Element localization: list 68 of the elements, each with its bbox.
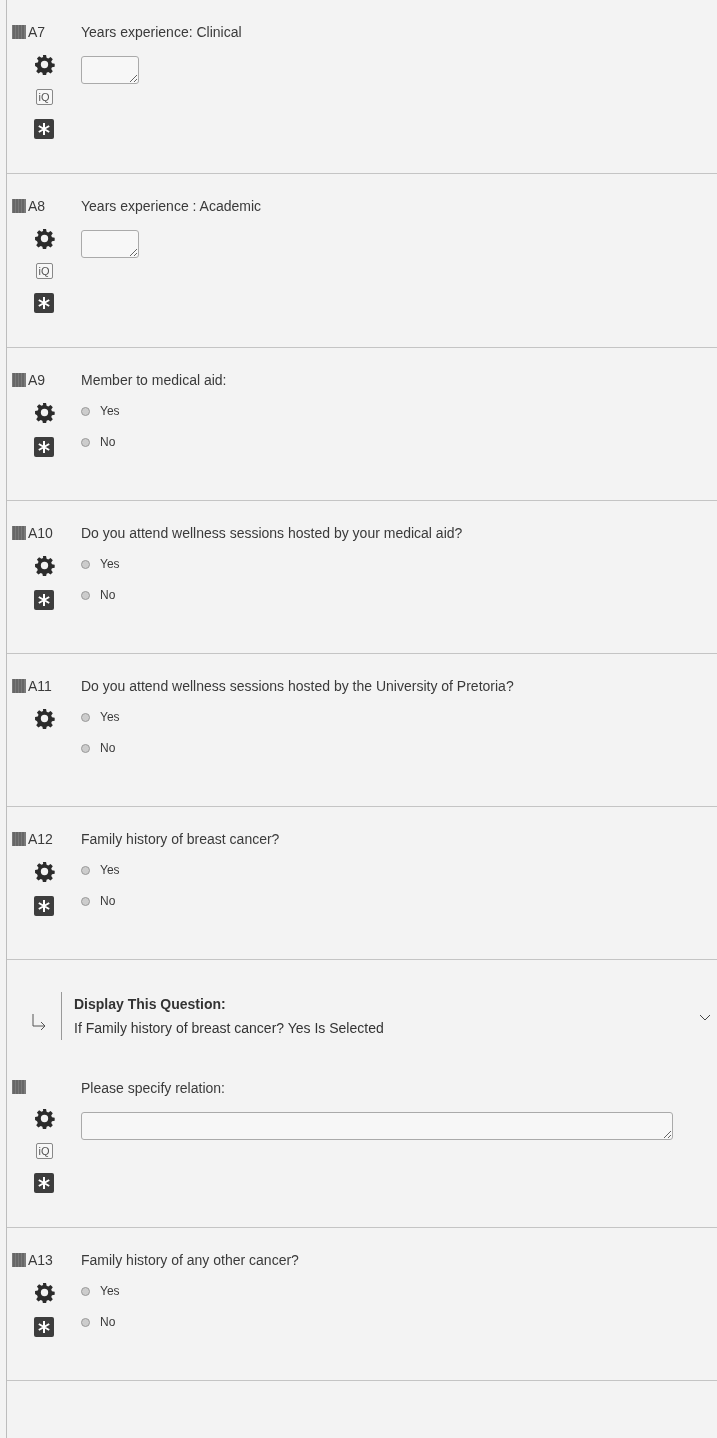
branch-arrow-icon: [31, 1014, 47, 1032]
asterisk-icon[interactable]: [34, 1173, 54, 1193]
question-block-icon[interactable]: [12, 373, 26, 387]
radio-button[interactable]: [81, 1286, 90, 1296]
question-number: A7: [28, 24, 46, 40]
question-text: Do you attend wellness sessions hosted by your medical aid?: [81, 525, 464, 541]
radio-button[interactable]: [81, 1317, 90, 1327]
radio-button[interactable]: [81, 437, 90, 447]
radio-button[interactable]: [81, 896, 90, 906]
question-block-icon[interactable]: [12, 1080, 26, 1094]
question-block-icon[interactable]: [12, 1253, 26, 1267]
radio-button[interactable]: [81, 865, 90, 875]
radio-button[interactable]: [81, 590, 90, 600]
question-number: A10: [28, 525, 53, 541]
question-block-icon[interactable]: [12, 832, 26, 846]
settings-icon[interactable]: [33, 1108, 55, 1129]
choice-label: No: [100, 741, 116, 755]
settings-icon[interactable]: [33, 555, 55, 576]
question-block-icon[interactable]: [12, 199, 26, 213]
settings-icon[interactable]: [33, 708, 55, 729]
question-block-icon[interactable]: [12, 526, 26, 540]
radio-button[interactable]: [81, 559, 90, 569]
question-text: Please specify relation:: [81, 1080, 226, 1096]
choice-label: No: [100, 435, 116, 449]
settings-icon[interactable]: [33, 861, 55, 882]
settings-icon[interactable]: [33, 228, 55, 249]
text-entry-field[interactable]: [81, 1112, 673, 1140]
question-text: Family history of any other cancer?: [81, 1252, 300, 1268]
iq-button[interactable]: iQ: [35, 89, 53, 105]
choice-label: No: [100, 1315, 116, 1329]
choice-label: No: [100, 894, 116, 908]
question-text: Do you attend wellness sessions hosted by the University of Pretoria?: [81, 678, 515, 694]
question-number: A8: [28, 198, 46, 214]
question-number: A13: [28, 1252, 53, 1268]
question-number: A9: [28, 372, 46, 388]
iq-button[interactable]: iQ: [35, 1143, 53, 1159]
text-entry-field[interactable]: [81, 230, 139, 258]
question-block-icon[interactable]: [12, 679, 26, 693]
radio-button[interactable]: [81, 406, 90, 416]
choice-label: Yes: [100, 557, 120, 571]
chevron-down-icon[interactable]: [699, 1014, 711, 1022]
asterisk-icon[interactable]: [34, 590, 54, 610]
asterisk-icon[interactable]: [34, 119, 54, 139]
settings-icon[interactable]: [33, 402, 55, 423]
question-block-icon[interactable]: [12, 25, 26, 39]
text-entry-field[interactable]: [81, 56, 139, 84]
choice-label: Yes: [100, 863, 120, 877]
asterisk-icon[interactable]: [34, 437, 54, 457]
radio-button[interactable]: [81, 712, 90, 722]
choice-label: No: [100, 588, 116, 602]
question-text: Years experience: Clinical: [81, 24, 243, 40]
asterisk-icon[interactable]: [34, 896, 54, 916]
display-logic-condition: If Family history of breast cancer? Yes Is Selected: [74, 1020, 385, 1036]
question-text: Years experience : Academic: [81, 198, 263, 214]
choice-label: Yes: [100, 404, 120, 418]
question-text: Family history of breast cancer?: [81, 831, 281, 847]
question-number: A12: [28, 831, 53, 847]
asterisk-icon[interactable]: [34, 293, 54, 313]
choice-label: Yes: [100, 710, 120, 724]
question-text: Member to medical aid:: [81, 372, 228, 388]
settings-icon[interactable]: [33, 1282, 55, 1303]
asterisk-icon[interactable]: [34, 1317, 54, 1337]
choice-label: Yes: [100, 1284, 120, 1298]
iq-button[interactable]: iQ: [35, 263, 53, 279]
display-logic-heading: Display This Question:: [74, 996, 227, 1012]
question-number: A11: [28, 678, 52, 694]
radio-button[interactable]: [81, 743, 90, 753]
settings-icon[interactable]: [33, 54, 55, 75]
